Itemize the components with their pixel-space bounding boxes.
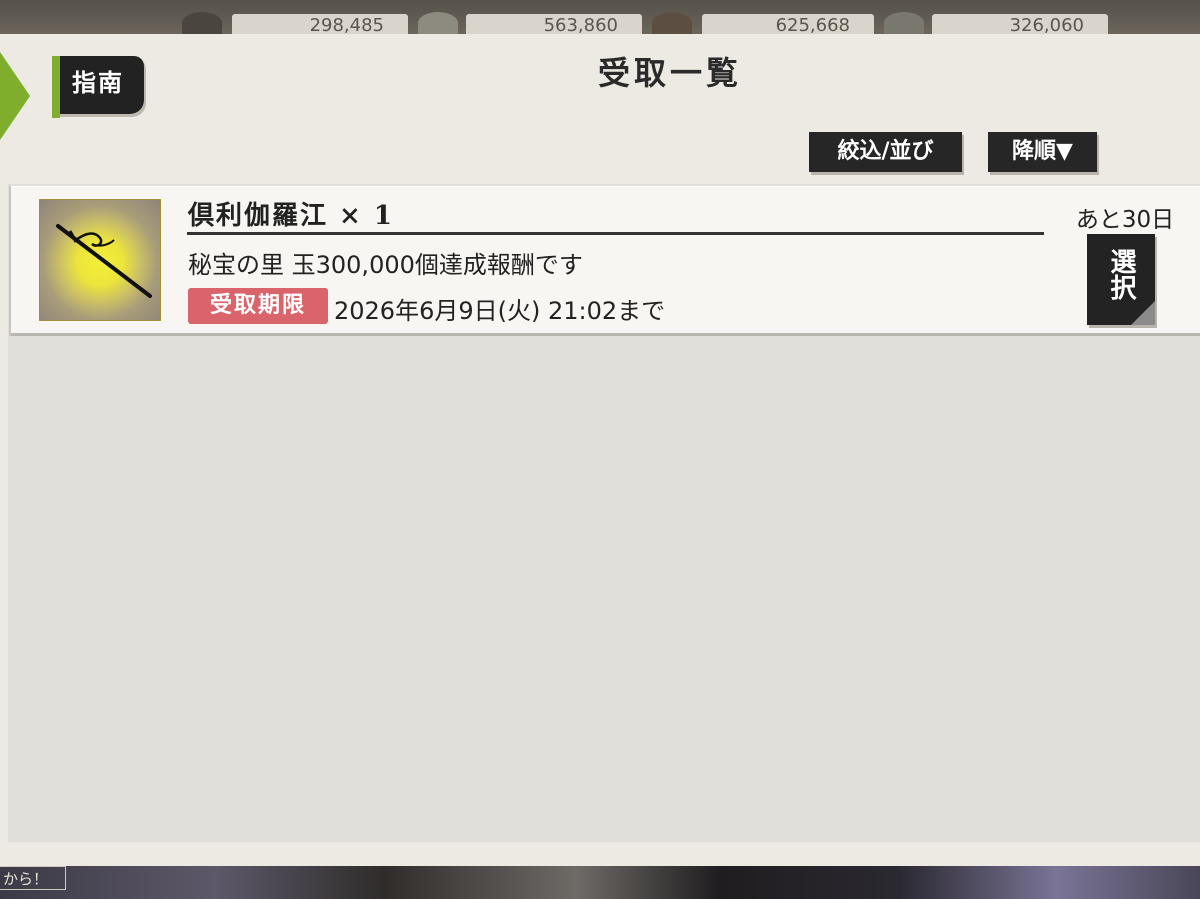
resource-icon [418,12,458,34]
deadline-text: 2026年6月9日(火) 21:02まで [334,297,666,325]
corner-fold [1131,301,1155,325]
divider [187,232,1044,235]
game-screen: 298,485 563,860 625,668 326,060 指南 受取一覧 … [0,0,1200,899]
deadline-badge: 受取期限 [188,288,328,324]
background-tag: から！ [0,866,66,890]
resource-icon [884,12,924,34]
page-title: 受取一覧 [597,54,742,92]
item-thumbnail [39,199,161,321]
list-item: 倶利伽羅江 × 1 秘宝の里 玉300,000個達成報酬です 受取期限 2026… [11,186,1200,336]
filter-sort-button[interactable]: 絞込/並び [809,132,962,172]
remaining-days: あと30日 [1075,207,1175,233]
sword-icon [56,224,152,298]
item-description: 秘宝の里 玉300,000個達成報酬です [188,251,583,279]
item-name: 倶利伽羅江 × 1 [188,201,394,231]
background-scene [0,866,1200,899]
resource-icon [182,12,222,34]
receive-list-panel: 指南 受取一覧 絞込/並び 降順▼ 倶利伽羅江 × 1 秘宝の里 玉300,00… [0,34,1200,866]
select-button[interactable]: 選択 [1087,234,1155,325]
resource-bar: 298,485 563,860 625,668 326,060 [0,0,1200,38]
sort-order-button[interactable]: 降順▼ [988,132,1097,172]
resource-icon [652,12,692,34]
